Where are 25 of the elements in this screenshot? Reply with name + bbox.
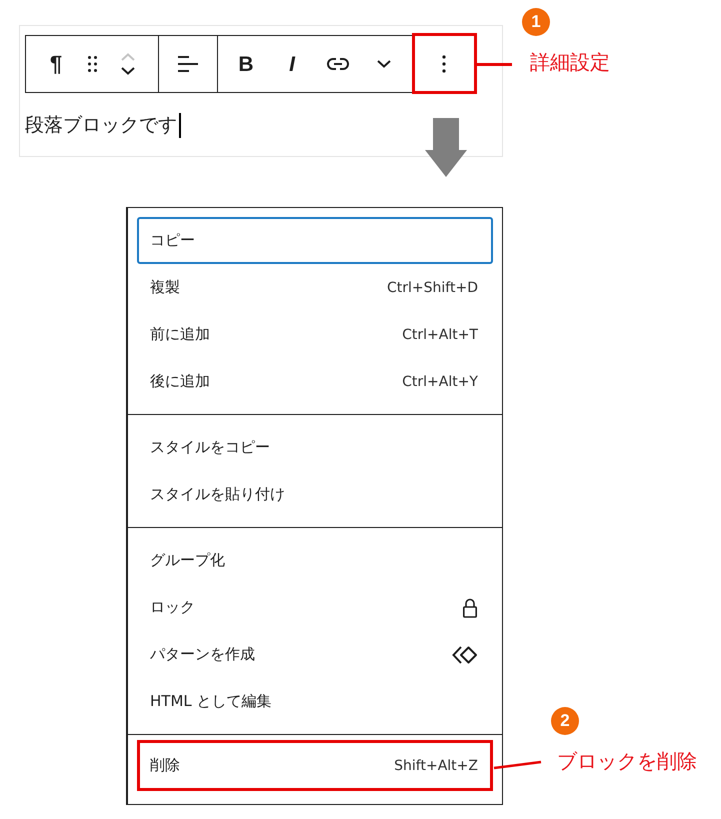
paragraph-button[interactable]: ¶ <box>38 36 74 92</box>
number-badge: 2 <box>551 707 579 735</box>
shortcut-text: Ctrl+Shift+D <box>387 280 478 296</box>
callout-label: 詳細設定 <box>530 51 610 73</box>
paragraph-text[interactable]: 段落ブロックです <box>25 112 177 138</box>
leader-line <box>494 760 541 770</box>
callout-label: ブロックを削除 <box>557 750 697 772</box>
link-icon <box>327 58 349 70</box>
lock-icon <box>462 598 478 618</box>
shortcut-text: Shift+Alt+Z <box>394 758 478 774</box>
align-left-icon <box>178 56 198 72</box>
menu-item[interactable]: コピー <box>137 217 493 264</box>
pattern-icon <box>452 644 478 664</box>
more-vertical-icon <box>442 55 446 73</box>
drag-handle-icon <box>88 56 96 72</box>
shortcut-text: Ctrl+Alt+T <box>402 326 478 342</box>
down-arrow <box>425 118 467 177</box>
italic-button[interactable]: I <box>269 36 315 92</box>
number-badge: 1 <box>522 8 550 36</box>
chevron-down-icon <box>377 60 391 68</box>
chevron-down-icon <box>121 67 135 75</box>
shortcut-text: Ctrl+Alt+Y <box>402 374 478 390</box>
chevron-up-icon <box>121 53 135 61</box>
bold-button[interactable]: B <box>223 36 269 92</box>
leader-line <box>477 63 512 66</box>
